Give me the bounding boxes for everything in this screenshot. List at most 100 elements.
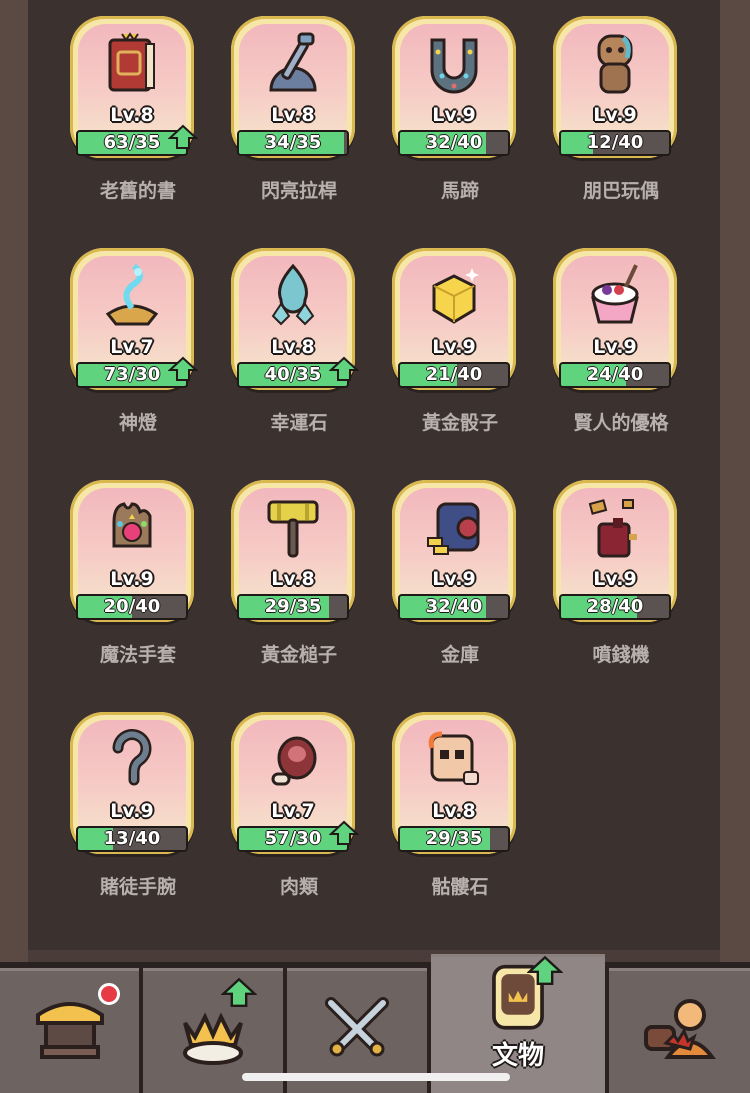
artifact-frame: Lv.9 20/40: [70, 480, 194, 622]
artifact-card[interactable]: Lv.9 24/40 賢人的優格: [541, 234, 701, 449]
artifact-progress-text: 32/40: [425, 132, 483, 153]
upgrade-arrow-icon: [526, 955, 564, 985]
artifact-frame: Lv.8 29/35: [231, 480, 355, 622]
artifact-progress-bar: 24/40: [559, 362, 671, 388]
crossed-swords-icon: [317, 989, 397, 1069]
artifact-progress-text: 20/40: [103, 596, 161, 617]
artifact-card[interactable]: Lv.8 63/35 老舊的書: [58, 2, 218, 217]
artifact-level: Lv.8: [271, 568, 315, 590]
artifact-name: 金庫: [440, 644, 479, 666]
vault-icon: [424, 494, 484, 564]
artifact-card[interactable]: Lv.9 21/40 黃金骰子: [380, 234, 540, 449]
artifact-progress-bar: 34/35: [237, 130, 349, 156]
artifact-frame: Lv.8 63/35: [70, 16, 199, 158]
golden-hammer-icon: [263, 494, 323, 564]
artifact-name: 魔法手套: [99, 644, 176, 666]
golden-dice-icon: [424, 262, 484, 332]
artifact-level: Lv.9: [432, 104, 476, 126]
artifact-progress-text: 32/40: [425, 596, 483, 617]
artifact-name: 賢人的優格: [573, 412, 669, 434]
artifact-card[interactable]: Lv.8 29/35 黃金槌子: [219, 466, 379, 681]
artifact-card[interactable]: Lv.9 32/40 金庫: [380, 466, 540, 681]
artifact-frame: Lv.7 57/30: [231, 712, 360, 854]
lucky-stone-icon: [263, 262, 323, 332]
artifact-progress-text: 29/35: [425, 828, 483, 849]
artifact-frame: Lv.9 28/40: [553, 480, 677, 622]
artifact-level: Lv.9: [110, 568, 154, 590]
artifact-frame: Lv.7 73/30: [70, 248, 199, 390]
artifact-card[interactable]: Lv.9 13/40 賭徒手腕: [58, 698, 218, 913]
upgrade-arrow-icon: [328, 820, 360, 846]
artifact-frame: Lv.9 24/40: [553, 248, 677, 390]
artifact-grid: Lv.8 63/35 老舊的書 Lv.8 34/35 閃亮拉桿 Lv.9 32/40 馬蹄 Lv.…: [0, 0, 750, 950]
artifact-frame: Lv.9 21/40: [392, 248, 516, 390]
artifact-progress-bar: 29/35: [237, 594, 349, 620]
artifact-card[interactable]: Lv.8 34/35 閃亮拉桿: [219, 2, 379, 217]
doll-icon: [585, 30, 645, 100]
meat-icon: [263, 726, 323, 796]
artifact-level: Lv.9: [432, 568, 476, 590]
artifact-frame: Lv.8 29/35: [392, 712, 516, 854]
gambler-hook-icon: [102, 726, 162, 796]
nav-tab-shop[interactable]: [0, 968, 139, 1093]
artifact-progress-bar: 13/40: [76, 826, 188, 852]
heroes-icon: [640, 989, 720, 1069]
artifact-frame: Lv.9 13/40: [70, 712, 194, 854]
artifact-level: Lv.9: [593, 568, 637, 590]
artifact-progress-text: 28/40: [586, 596, 644, 617]
artifact-progress-text: 24/40: [586, 364, 644, 385]
artifact-card[interactable]: Lv.8 29/35 骷髏石: [380, 698, 540, 913]
artifact-card[interactable]: Lv.7 73/30 神燈: [58, 234, 218, 449]
magic-lamp-icon: [102, 262, 162, 332]
upgrade-arrow-icon: [167, 124, 199, 150]
artifact-frame: Lv.8 34/35: [231, 16, 355, 158]
artifact-level: Lv.7: [271, 800, 315, 822]
artifact-card[interactable]: Lv.9 20/40 魔法手套: [58, 466, 218, 681]
artifact-name: 肉類: [279, 876, 318, 898]
artifact-frame: Lv.8 40/35: [231, 248, 360, 390]
artifact-progress-bar: 12/40: [559, 130, 671, 156]
artifact-name: 骷髏石: [431, 876, 489, 898]
artifact-progress-bar: 32/40: [398, 594, 510, 620]
artifact-level: Lv.8: [271, 104, 315, 126]
upgrade-arrow-icon: [220, 977, 258, 1007]
artifact-name: 馬蹄: [440, 180, 479, 202]
artifact-progress-text: 29/35: [264, 596, 322, 617]
yogurt-icon: [585, 262, 645, 332]
artifact-level: Lv.9: [593, 336, 637, 358]
artifact-progress-text: 12/40: [586, 132, 644, 153]
nav-tab-label: 文物: [491, 1041, 544, 1071]
artifact-progress-text: 34/35: [264, 132, 322, 153]
artifact-level: Lv.9: [110, 800, 154, 822]
artifact-card[interactable]: Lv.9 12/40 朋巴玩偶: [541, 2, 701, 217]
artifact-progress-bar: 20/40: [76, 594, 188, 620]
artifact-level: Lv.8: [432, 800, 476, 822]
artifact-name: 神燈: [118, 412, 157, 434]
artifact-level: Lv.8: [110, 104, 154, 126]
old-book-icon: [102, 30, 162, 100]
artifact-name: 老舊的書: [99, 180, 176, 202]
notification-badge: [98, 983, 120, 1005]
artifact-card[interactable]: Lv.8 40/35 幸運石: [219, 234, 379, 449]
artifact-name: 幸運石: [270, 412, 328, 434]
artifact-frame: Lv.9 12/40: [553, 16, 677, 158]
artifact-frame: Lv.9 32/40: [392, 16, 516, 158]
artifact-progress-bar: 29/35: [398, 826, 510, 852]
shop-stall-icon: [30, 989, 110, 1069]
artifact-progress-text: 21/40: [425, 364, 483, 385]
artifact-name: 閃亮拉桿: [260, 180, 337, 202]
shiny-lever-icon: [263, 30, 323, 100]
artifact-frame: Lv.9 32/40: [392, 480, 516, 622]
horseshoe-icon: [424, 30, 484, 100]
artifact-name: 賭徒手腕: [99, 876, 176, 898]
artifact-card[interactable]: Lv.9 28/40 噴錢機: [541, 466, 701, 681]
artifact-level: Lv.7: [110, 336, 154, 358]
artifact-level: Lv.8: [271, 336, 315, 358]
artifact-progress-bar: 32/40: [398, 130, 510, 156]
artifact-name: 噴錢機: [592, 644, 650, 666]
artifact-card[interactable]: Lv.7 57/30 肉類: [219, 698, 379, 913]
upgrade-arrow-icon: [167, 356, 199, 382]
artifact-level: Lv.9: [593, 104, 637, 126]
artifact-card[interactable]: Lv.9 32/40 馬蹄: [380, 2, 540, 217]
nav-tab-heroes[interactable]: [609, 968, 750, 1093]
